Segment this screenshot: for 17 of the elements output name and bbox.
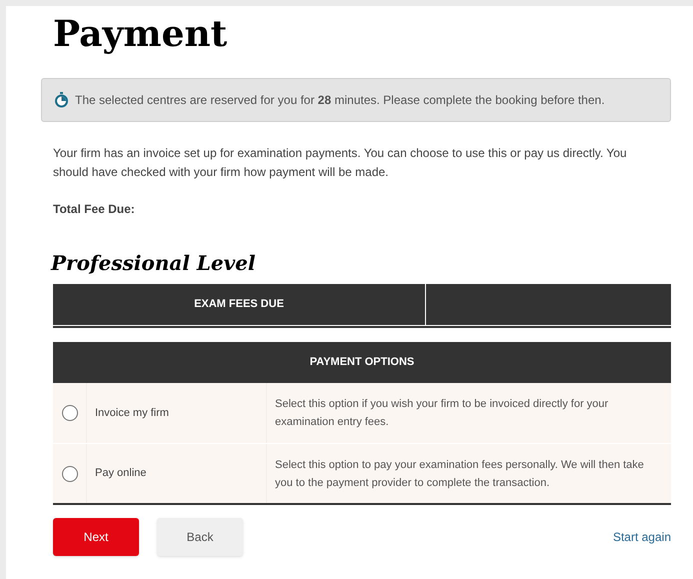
option-label: Invoice my firm: [95, 406, 169, 421]
table-header: PAYMENT OPTIONS: [53, 342, 671, 383]
option-description: Select this option to pay your examination fees personally. We will then take you to the payment provider to complete the transaction.: [275, 458, 645, 490]
option-label: Pay online: [95, 466, 146, 482]
option-description: Select this option if you wish your firm to be invoiced directly for your examination entry fees.: [275, 397, 610, 430]
total-fee-label: Total Fee Due:: [53, 201, 136, 218]
intro-paragraph: Your firm has an invoice set up for examination payments. You can choose to use this or pay us directly. You should have checked with your firm how payment will be made.: [53, 145, 628, 181]
radio-button[interactable]: [62, 405, 78, 421]
radio-button[interactable]: [62, 466, 78, 482]
back-button[interactable]: Back: [157, 518, 243, 556]
page-title: Payment: [52, 12, 228, 56]
notice-text: The selected centres are reserved for you for 28 minutes. Please complete the booking before then.: [75, 92, 605, 109]
next-button[interactable]: Next: [53, 518, 139, 556]
table-header: EXAM FEES DUE: [53, 284, 426, 325]
start-again-link[interactable]: Start again: [612, 528, 671, 546]
stopwatch-icon: [54, 92, 69, 108]
section-title: Professional Level: [50, 250, 256, 276]
